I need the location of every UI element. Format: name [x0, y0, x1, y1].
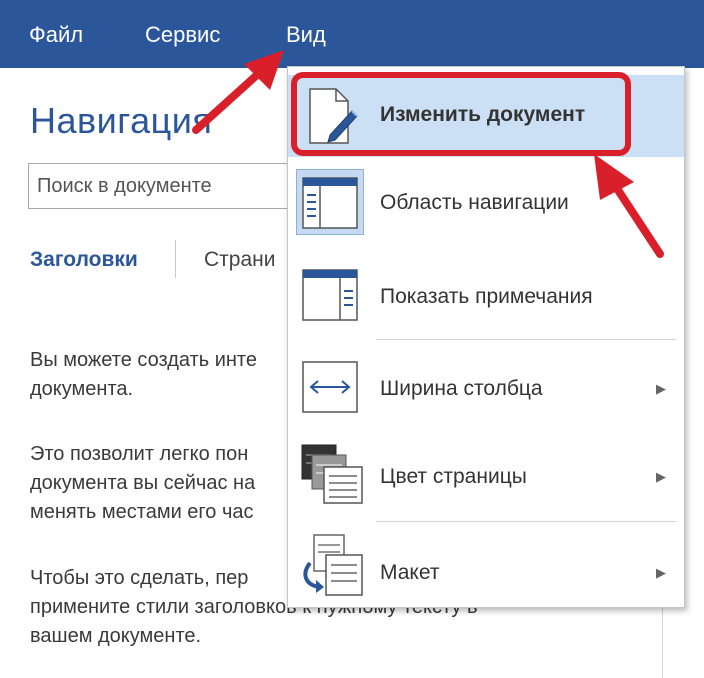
- navigation-pane-icon: [300, 175, 360, 231]
- column-width-icon: [300, 359, 360, 415]
- pane-border: [662, 605, 663, 678]
- annotation-highlight-box: [291, 72, 631, 156]
- menu-item-layout[interactable]: Макет ▶: [288, 525, 684, 607]
- tab-headings[interactable]: Заголовки: [30, 248, 138, 272]
- search-box[interactable]: [28, 163, 328, 209]
- menu-separator: [376, 521, 676, 522]
- nav-help-text: менять местами его час: [30, 501, 254, 523]
- nav-help-text: документа вы сейчас на: [30, 472, 256, 494]
- page-color-icon: [300, 443, 366, 507]
- menu-item-label: Область навигации: [380, 191, 569, 214]
- nav-help-text: документа.: [30, 378, 134, 400]
- nav-help-text: вашем документе.: [30, 625, 202, 647]
- search-input[interactable]: [29, 164, 327, 208]
- menu-item-show-comments[interactable]: Показать примечания: [288, 255, 684, 335]
- nav-help-text: Чтобы это сделать, пер: [30, 567, 249, 589]
- menu-item-label: Ширина столбца: [380, 377, 543, 400]
- menu-item-label: Макет: [380, 561, 440, 584]
- nav-pane-title: Навигация: [30, 100, 213, 141]
- submenu-arrow-icon: ▶: [656, 565, 666, 580]
- tab-pages[interactable]: Страни: [204, 248, 275, 272]
- show-comments-icon: [300, 267, 360, 323]
- menu-item-label: Показать примечания: [380, 285, 593, 308]
- submenu-arrow-icon: ▶: [656, 469, 666, 484]
- menu-bar: Файл Сервис Вид: [0, 0, 704, 68]
- annotation-arrow-icon: [192, 50, 284, 134]
- menu-item-page-color[interactable]: Цвет страницы ▶: [288, 433, 684, 517]
- nav-help-text: Это позволит легко пон: [30, 443, 249, 465]
- nav-help-text: Вы можете создать инте: [30, 349, 257, 371]
- menu-item-label: Цвет страницы: [380, 465, 527, 488]
- annotation-arrow-icon: [594, 154, 664, 258]
- menu-item-column-width[interactable]: Ширина столбца ▶: [288, 345, 684, 429]
- layout-icon: [300, 533, 366, 599]
- tab-separator: [175, 240, 176, 278]
- menu-separator: [376, 339, 676, 340]
- submenu-arrow-icon: ▶: [656, 381, 666, 396]
- menu-file[interactable]: Файл: [29, 22, 83, 48]
